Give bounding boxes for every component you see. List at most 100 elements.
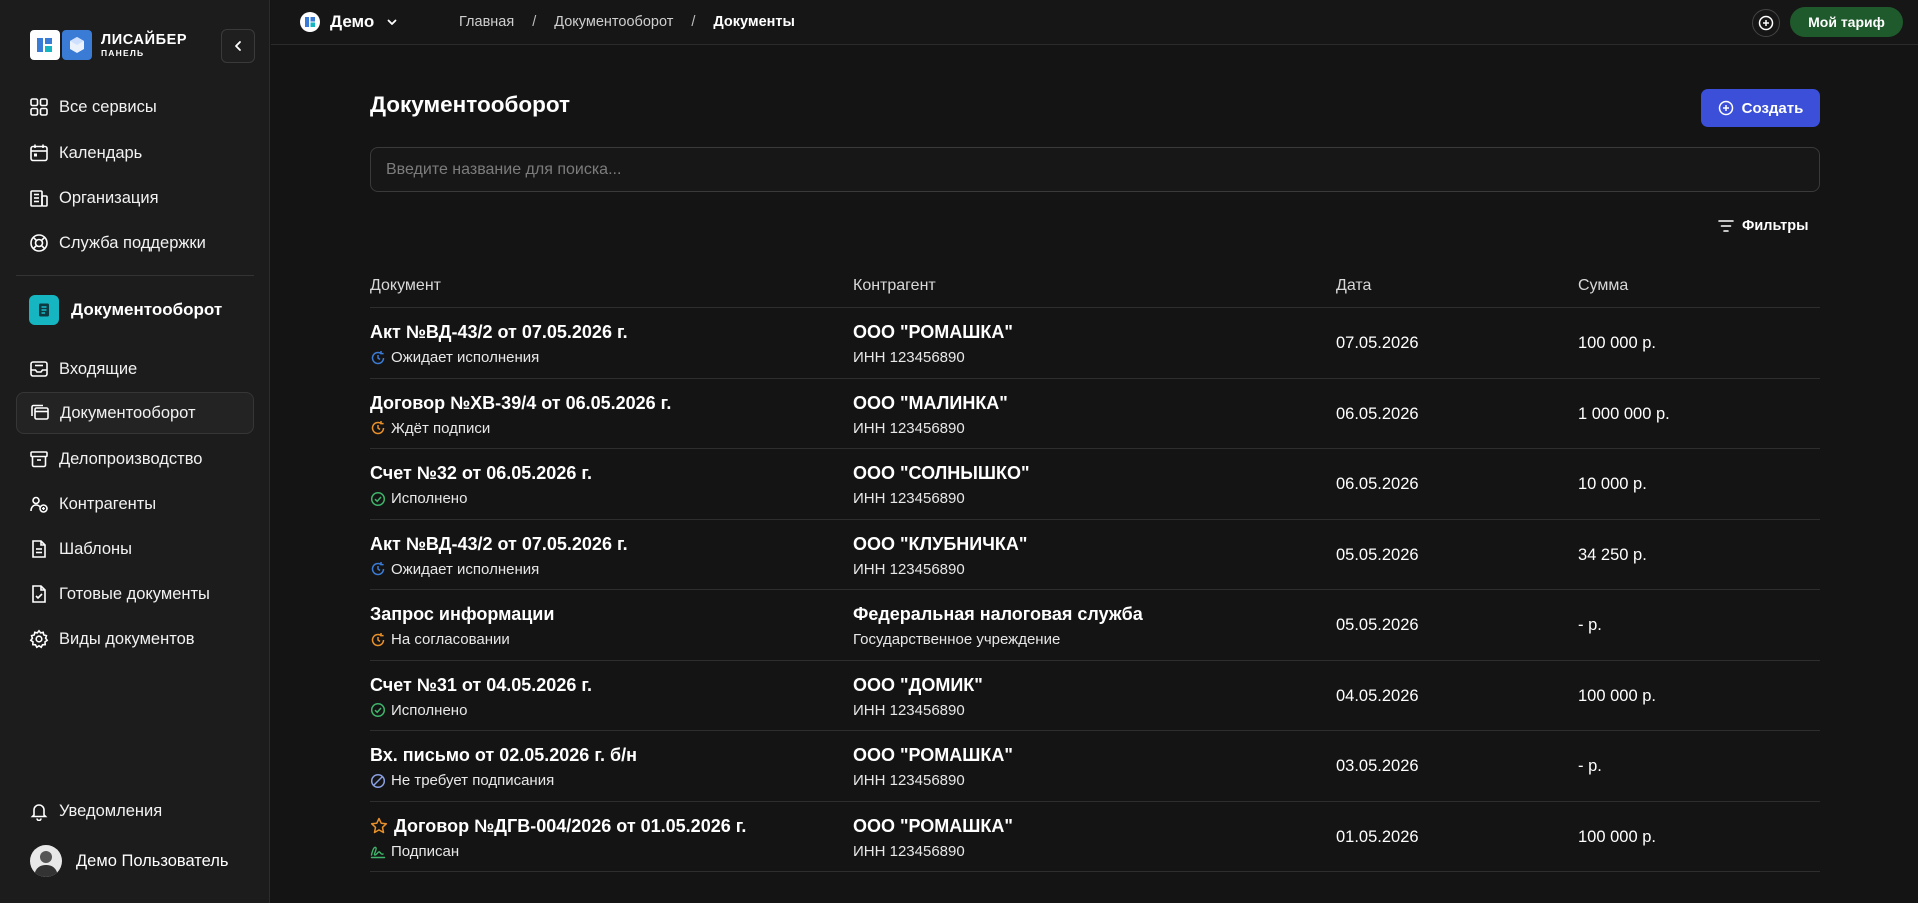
sidebar-item-document-flow[interactable]: Документооборот <box>16 392 254 434</box>
breadcrumb-separator: / <box>691 14 696 30</box>
document-date: 04.05.2026 <box>1336 686 1419 705</box>
table-row[interactable]: Договор №ДГВ-004/2026 от 01.05.2026 г. П… <box>370 802 1820 872</box>
document-title[interactable]: Акт №ВД-43/2 от 07.05.2026 г. <box>370 534 628 555</box>
sidebar-item-organization[interactable]: Организация <box>16 177 254 219</box>
breadcrumb-document-flow[interactable]: Документооборот <box>554 14 673 30</box>
check-circle-icon <box>370 491 386 507</box>
sidebar-item-ready-documents[interactable]: Готовые документы <box>16 573 254 615</box>
clock-arrow-icon <box>370 350 386 366</box>
document-title-text: Договор №ХВ-39/4 от 06.05.2026 г. <box>370 392 672 413</box>
sidebar-item-label: Все сервисы <box>59 97 157 116</box>
table-row[interactable]: Акт №ВД-43/2 от 07.05.2026 г. Ожидает ис… <box>370 520 1820 590</box>
table-body: Акт №ВД-43/2 от 07.05.2026 г. Ожидает ис… <box>370 308 1820 872</box>
clock-arrow-icon <box>370 420 386 436</box>
sidebar-item-label: Контрагенты <box>59 494 157 513</box>
counterparty-details: ИНН 123456890 <box>853 560 965 578</box>
search-input[interactable] <box>370 147 1820 192</box>
sidebar-item-label: Служба поддержки <box>59 233 206 252</box>
filters-button[interactable]: Фильтры <box>1718 218 1808 234</box>
slash-circle-icon <box>370 773 386 789</box>
logo-mark-right <box>62 30 92 60</box>
section-title-label: Документооборот <box>71 300 223 319</box>
page-title: Документооборот <box>370 92 571 117</box>
document-sum: 100 000 р. <box>1578 334 1656 352</box>
sidebar-item-records-management[interactable]: Делопроизводство <box>16 438 254 480</box>
filters-label: Фильтры <box>1742 218 1809 234</box>
document-title[interactable]: Счет №31 от 04.05.2026 г. <box>370 675 592 696</box>
document-status-text: Не требует подписания <box>391 772 555 789</box>
sidebar-item-all-services[interactable]: Все сервисы <box>16 86 254 128</box>
sidebar-item-calendar[interactable]: Календарь <box>16 132 254 174</box>
column-header-date[interactable]: Дата <box>1336 277 1371 295</box>
counterparty-name: ООО "РОМАШКА" <box>853 745 1013 765</box>
collapse-sidebar-button[interactable] <box>221 29 255 63</box>
logo-subtitle: ПАНЕЛЬ <box>101 48 145 58</box>
documents-table: Документ Контрагент Дата Сумма Акт №ВД-4… <box>370 266 1820 872</box>
document-sum: 10 000 р. <box>1578 475 1647 493</box>
sidebar-item-incoming[interactable]: Входящие <box>16 348 254 390</box>
counterparty-details: ИНН 123456890 <box>853 419 965 437</box>
document-sum: 100 000 р. <box>1578 827 1656 846</box>
document-date: 05.05.2026 <box>1336 545 1419 564</box>
user-name: Демо Пользователь <box>76 851 229 870</box>
chevron-down-icon <box>386 16 398 28</box>
sidebar-item-notifications[interactable]: Уведомления <box>16 790 254 832</box>
table-header: Документ Контрагент Дата Сумма <box>370 266 1820 308</box>
sidebar-item-templates[interactable]: Шаблоны <box>16 528 254 570</box>
create-button-label: Создать <box>1741 99 1804 117</box>
column-header-counterparty[interactable]: Контрагент <box>853 277 936 295</box>
document-status-text: Ожидает исполнения <box>391 560 540 578</box>
table-row[interactable]: Счет №31 от 04.05.2026 г. Исполнено ООО … <box>370 661 1820 731</box>
clock-arrow-icon <box>370 632 386 648</box>
document-status: Исполнено <box>370 702 467 719</box>
document-title[interactable]: Договор №ДГВ-004/2026 от 01.05.2026 г. <box>370 816 746 837</box>
star-icon[interactable] <box>370 817 388 835</box>
quick-add-button[interactable] <box>1752 9 1780 37</box>
table-row[interactable]: Запрос информации На согласовании Федера… <box>370 590 1820 661</box>
filter-icon <box>1718 219 1734 233</box>
clock-arrow-icon <box>370 561 386 577</box>
sidebar-item-label: Уведомления <box>59 801 163 820</box>
document-sum: - р. <box>1578 616 1602 634</box>
breadcrumb-home[interactable]: Главная <box>459 14 514 30</box>
counterparty-name: ООО "ДОМИК" <box>853 674 983 695</box>
sidebar-item-support[interactable]: Служба поддержки <box>16 222 254 264</box>
table-row[interactable]: Вх. письмо от 02.05.2026 г. б/н Не требу… <box>370 731 1820 802</box>
table-row[interactable]: Счет №32 от 06.05.2026 г. Исполнено ООО … <box>370 449 1820 520</box>
document-title-text: Счет №32 от 06.05.2026 г. <box>370 463 593 483</box>
document-date: 03.05.2026 <box>1336 757 1419 775</box>
document-title[interactable]: Счет №32 от 06.05.2026 г. <box>370 463 592 484</box>
document-title[interactable]: Запрос информации <box>370 604 554 625</box>
my-tariff-button[interactable]: Мой тариф <box>1790 7 1903 37</box>
document-sum: 34 250 р. <box>1578 545 1647 564</box>
sidebar-item-label: Входящие <box>59 359 138 378</box>
user-profile[interactable]: Демо Пользователь <box>30 845 229 877</box>
create-button[interactable]: Создать <box>1701 89 1820 127</box>
table-row[interactable]: Договор №ХВ-39/4 от 06.05.2026 г. Ждёт п… <box>370 379 1820 449</box>
document-status-text: Ожидает исполнения <box>391 349 540 366</box>
template-icon <box>29 539 49 559</box>
sidebar-item-counterparties[interactable]: Контрагенты <box>16 483 254 525</box>
document-title-text: Акт №ВД-43/2 от 07.05.2026 г. <box>370 533 628 554</box>
sidebar-section-title[interactable]: Документооборот <box>29 295 222 325</box>
document-title[interactable]: Акт №ВД-43/2 от 07.05.2026 г. <box>370 322 628 343</box>
logo-title: ЛИСАЙБЕР <box>101 31 188 48</box>
document-sum: 1 000 000 р. <box>1578 404 1670 423</box>
plus-circle-icon <box>1758 15 1774 31</box>
counterparty-name: ООО "РОМАШКА" <box>853 322 1013 342</box>
logo[interactable]: ЛИСАЙБЕР ПАНЕЛЬ <box>30 30 187 60</box>
table-row[interactable]: Акт №ВД-43/2 от 07.05.2026 г. Ожидает ис… <box>370 308 1820 379</box>
column-header-sum[interactable]: Сумма <box>1578 277 1628 295</box>
document-status-text: Подписан <box>391 842 460 860</box>
document-status-text: Исполнено <box>391 701 468 719</box>
document-title[interactable]: Договор №ХВ-39/4 от 06.05.2026 г. <box>370 393 671 414</box>
breadcrumb-separator: / <box>532 14 537 30</box>
folders-icon <box>30 403 50 423</box>
workspace-switcher[interactable]: Демо <box>300 12 398 32</box>
document-status-text: Ждёт подписи <box>391 419 491 437</box>
sidebar-item-document-types[interactable]: Виды документов <box>16 618 254 660</box>
column-header-document[interactable]: Документ <box>370 277 441 295</box>
document-title[interactable]: Вх. письмо от 02.05.2026 г. б/н <box>370 745 637 766</box>
breadcrumb-current: Документы <box>713 14 795 30</box>
inbox-icon <box>29 359 49 379</box>
